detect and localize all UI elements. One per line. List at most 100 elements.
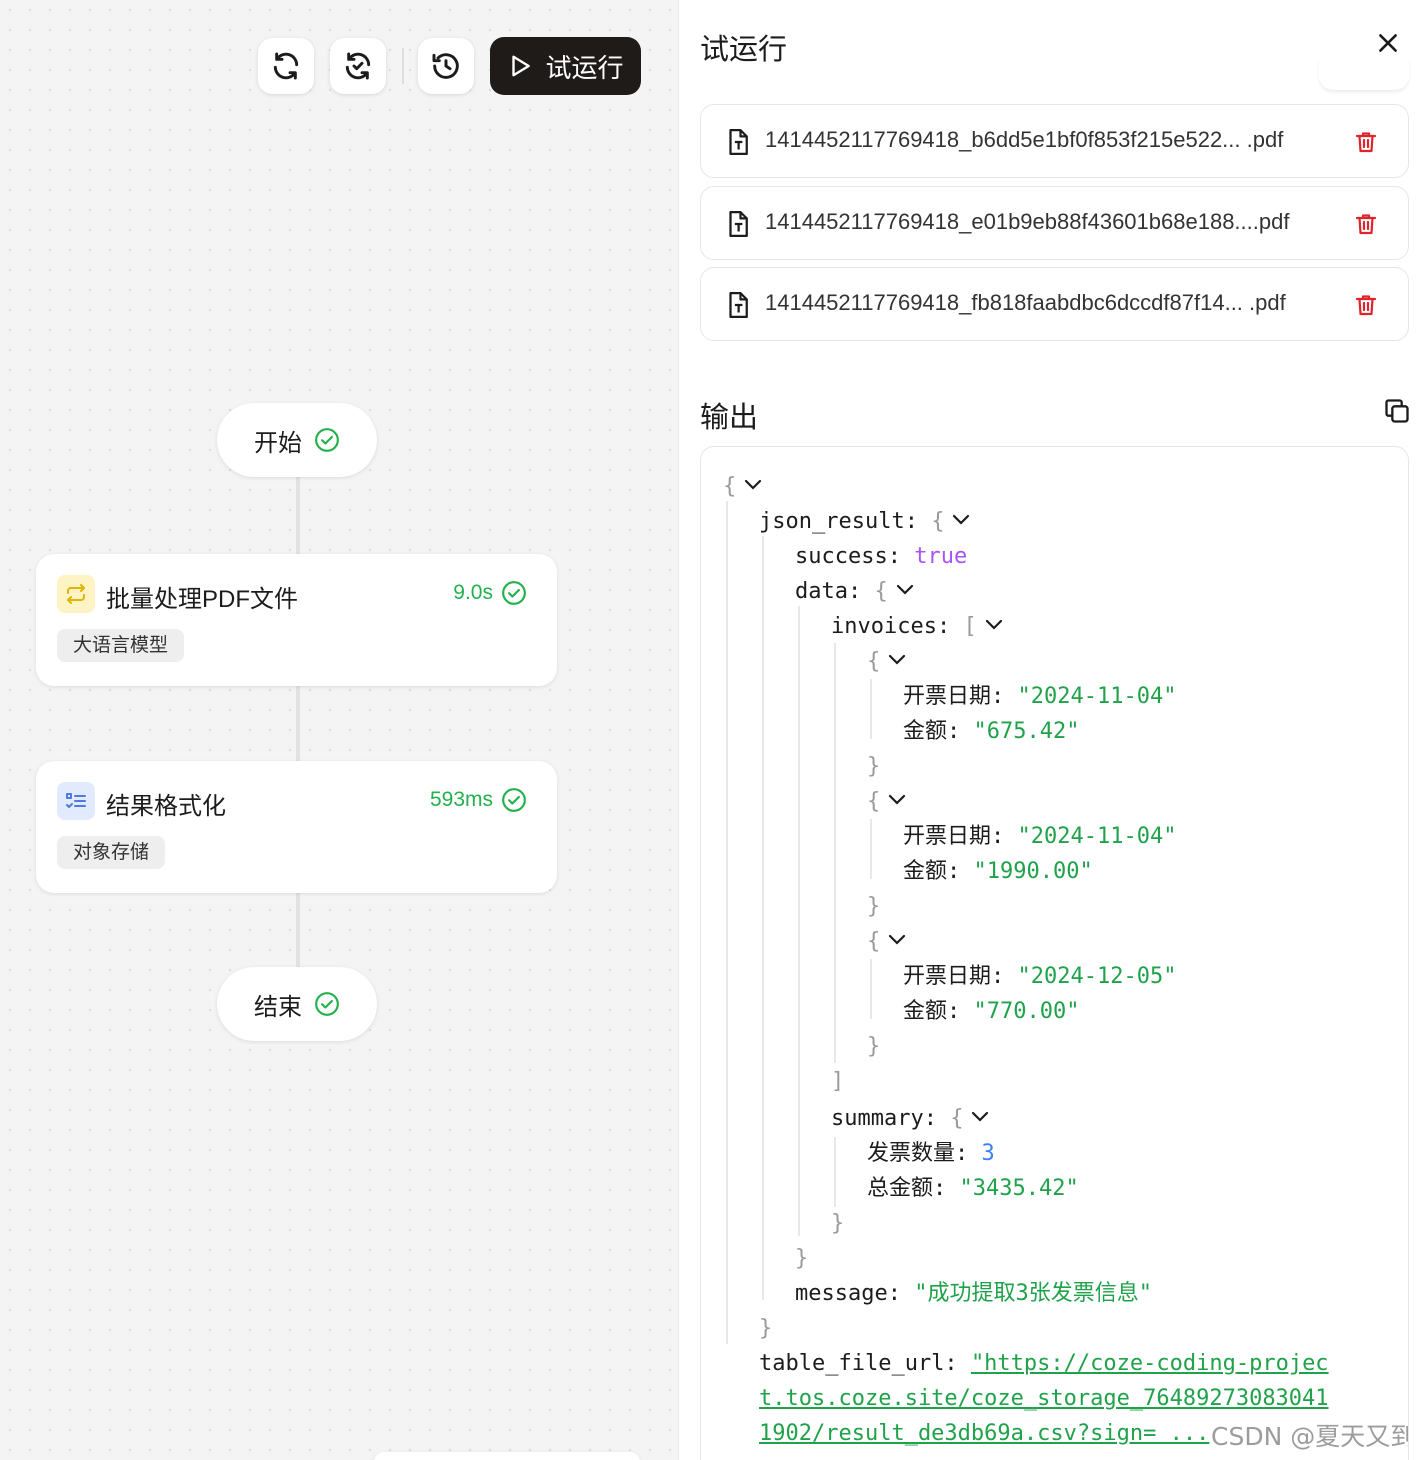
indent-guide xyxy=(870,819,872,879)
uploaded-file[interactable]: 1414452117769418_b6dd5e1bf0f853f215e522.… xyxy=(700,104,1409,178)
panel-title: 试运行 xyxy=(700,34,788,66)
uploaded-file[interactable]: 1414452117769418_e01b9eb88f43601b68e188.… xyxy=(700,186,1409,260)
json-line: } xyxy=(867,894,881,919)
indent-guide xyxy=(834,1137,836,1207)
json-line: 开票日期: "2024-12-05" xyxy=(903,964,1177,989)
start-node[interactable]: 开始 xyxy=(217,403,377,477)
check-circle-icon xyxy=(502,581,526,605)
node-title: 结果格式化 xyxy=(106,793,226,820)
json-line: 开票日期: "2024-11-04" xyxy=(903,684,1177,709)
json-line: table_file_url: "https://coze-coding-pro… xyxy=(759,1351,1329,1376)
uploaded-file[interactable]: 1414452117769418_fb818faabdbc6dccdf87f14… xyxy=(700,267,1409,341)
table-file-link[interactable]: "https://coze-coding-projec xyxy=(971,1351,1329,1376)
node-duration: 593ms xyxy=(430,787,527,813)
text-file-icon xyxy=(729,211,748,237)
json-line: 金额: "1990.00" xyxy=(903,859,1093,884)
text-file-icon xyxy=(729,292,748,318)
indent-guide xyxy=(870,959,872,1019)
table-file-link[interactable]: t.tos.coze.site/coze_storage_76489273083… xyxy=(759,1386,1329,1411)
chevron-down-icon[interactable] xyxy=(888,934,906,946)
json-line: data: { xyxy=(795,574,914,609)
partial-node[interactable] xyxy=(374,1452,640,1460)
check-circle-icon xyxy=(502,788,526,812)
end-node[interactable]: 结束 xyxy=(217,967,377,1041)
delete-button[interactable] xyxy=(1352,209,1380,239)
refresh-icon xyxy=(273,52,299,80)
close-button[interactable] xyxy=(1371,26,1405,60)
json-line: { xyxy=(723,469,762,504)
json-line: } xyxy=(867,754,881,779)
watermark: CSDN @夏天又到了 xyxy=(1211,1422,1408,1451)
copy-icon xyxy=(1385,399,1409,423)
trash-icon xyxy=(1355,132,1377,153)
close-icon xyxy=(1379,34,1397,52)
json-line: invoices: [ xyxy=(831,609,1003,644)
chevron-down-icon[interactable] xyxy=(971,1111,989,1123)
workflow-canvas[interactable]: 试运行 开始 批量处理PDF文件 9.0s 大语言模型 结果格式化 593ms … xyxy=(0,0,678,1460)
json-line: t.tos.coze.site/coze_storage_76489273083… xyxy=(759,1381,1329,1416)
test-run-panel: 试运行 1414452117769418_b6dd5e1bf0f853f215e… xyxy=(678,0,1428,1460)
end-node-label: 结束 xyxy=(254,993,302,1021)
json-line: 金额: "770.00" xyxy=(903,999,1080,1024)
play-icon xyxy=(512,55,531,77)
scrolled-control[interactable] xyxy=(1319,60,1409,90)
file-name: 1414452117769418_fb818faabdbc6dccdf87f14… xyxy=(765,290,1286,315)
batch-pdf-node[interactable]: 批量处理PDF文件 9.0s 大语言模型 xyxy=(36,554,557,686)
chevron-down-icon[interactable] xyxy=(744,479,762,491)
app-root: 试运行 开始 批量处理PDF文件 9.0s 大语言模型 结果格式化 593ms … xyxy=(0,0,1428,1460)
delete-button[interactable] xyxy=(1352,290,1380,320)
delete-button[interactable] xyxy=(1352,127,1380,157)
check-circle-icon xyxy=(315,428,339,452)
sync-button[interactable] xyxy=(330,38,386,94)
check-circle-icon xyxy=(315,992,339,1016)
json-line: } xyxy=(867,1034,881,1059)
json-line: message: "成功提取3张发票信息" xyxy=(795,1281,1152,1306)
json-line: json_result: { xyxy=(759,504,970,539)
start-node-label: 开始 xyxy=(254,429,302,457)
trash-icon xyxy=(1355,295,1377,316)
json-output-viewer[interactable]: { json_result: { success: true data: { i… xyxy=(700,446,1409,1460)
chevron-down-icon[interactable] xyxy=(888,794,906,806)
sync-icon xyxy=(345,52,371,80)
history-icon xyxy=(432,53,459,79)
json-line: summary: { xyxy=(831,1101,989,1136)
json-line: { xyxy=(867,924,906,959)
indent-guide xyxy=(834,643,836,1063)
edge-start-node1 xyxy=(296,476,300,556)
json-line: { xyxy=(867,784,906,819)
json-line: 发票数量: 3 xyxy=(867,1141,995,1166)
json-line: 总金额: "3435.42" xyxy=(867,1176,1079,1201)
table-file-link[interactable]: 1902/result_de3db69a.csv?sign= ... xyxy=(759,1421,1209,1446)
indent-guide xyxy=(798,606,800,1236)
trash-icon xyxy=(1355,214,1377,235)
history-button[interactable] xyxy=(418,38,474,94)
copy-button[interactable] xyxy=(1383,396,1411,426)
json-line: } xyxy=(759,1316,773,1341)
node-duration: 9.0s xyxy=(453,580,527,606)
node-tag: 对象存储 xyxy=(57,836,166,869)
json-line: 开票日期: "2024-11-04" xyxy=(903,824,1177,849)
node-tag: 大语言模型 xyxy=(57,629,185,662)
format-result-node[interactable]: 结果格式化 593ms 对象存储 xyxy=(36,761,557,893)
chevron-down-icon[interactable] xyxy=(896,584,914,596)
list-check-icon xyxy=(57,782,95,820)
toolbar-divider xyxy=(402,48,404,84)
indent-guide xyxy=(762,536,764,1300)
json-line: 金额: "675.42" xyxy=(903,719,1080,744)
json-line: } xyxy=(831,1211,845,1236)
output-title: 输出 xyxy=(700,402,759,434)
test-run-label: 试运行 xyxy=(545,52,624,83)
edge-node2-end xyxy=(296,889,300,969)
chevron-down-icon[interactable] xyxy=(985,619,1003,631)
edge-node1-node2 xyxy=(296,684,300,764)
refresh-button[interactable] xyxy=(258,38,314,94)
indent-guide xyxy=(726,501,728,1344)
test-run-button[interactable]: 试运行 xyxy=(490,37,641,95)
loop-icon xyxy=(57,575,95,613)
node-title: 批量处理PDF文件 xyxy=(106,586,298,613)
chevron-down-icon[interactable] xyxy=(888,654,906,666)
json-line: } xyxy=(795,1246,809,1271)
json-line: ] xyxy=(831,1069,845,1094)
file-name: 1414452117769418_e01b9eb88f43601b68e188.… xyxy=(765,209,1290,234)
chevron-down-icon[interactable] xyxy=(952,514,970,526)
